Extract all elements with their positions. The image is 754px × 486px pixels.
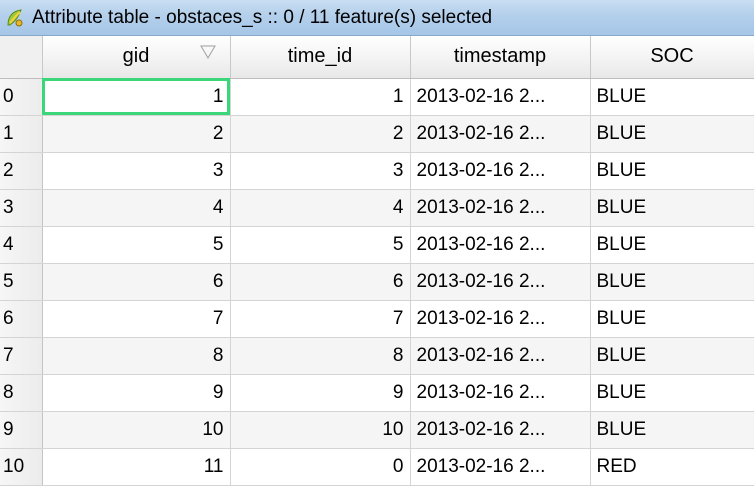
- cell-time-id[interactable]: 1: [230, 78, 411, 116]
- table-row[interactable]: 8 9 9 2013-02-16 2... BLUE: [0, 374, 754, 412]
- column-header-label: time_id: [287, 45, 353, 68]
- row-header[interactable]: 10: [0, 448, 43, 486]
- cell-soc[interactable]: BLUE: [590, 189, 754, 227]
- cell-gid[interactable]: 7: [42, 300, 231, 338]
- cell-timestamp[interactable]: 2013-02-16 2...: [410, 78, 591, 116]
- cell-timestamp[interactable]: 2013-02-16 2...: [410, 189, 591, 227]
- cell-soc[interactable]: BLUE: [590, 78, 754, 116]
- cell-soc[interactable]: BLUE: [590, 226, 754, 264]
- cell-soc[interactable]: BLUE: [590, 337, 754, 375]
- table-row[interactable]: 10 11 0 2013-02-16 2... RED: [0, 448, 754, 486]
- attribute-table: gid time_id timestamp SOC 0 1 1 2013-02-…: [0, 36, 754, 486]
- attribute-table-window: Attribute table - obstaces_s :: 0 / 11 f…: [0, 0, 754, 486]
- column-header-label: SOC: [650, 45, 694, 68]
- row-header[interactable]: 3: [0, 189, 43, 227]
- cell-timestamp[interactable]: 2013-02-16 2...: [410, 411, 591, 449]
- cell-soc[interactable]: BLUE: [590, 300, 754, 338]
- sort-indicator-icon: [199, 45, 216, 59]
- cell-gid[interactable]: 2: [42, 115, 231, 153]
- cell-gid[interactable]: 11: [42, 448, 231, 486]
- table-row[interactable]: 6 7 7 2013-02-16 2... BLUE: [0, 300, 754, 338]
- cell-soc[interactable]: BLUE: [590, 263, 754, 301]
- cell-timestamp[interactable]: 2013-02-16 2...: [410, 448, 591, 486]
- title-bar[interactable]: Attribute table - obstaces_s :: 0 / 11 f…: [0, 0, 754, 36]
- cell-gid[interactable]: 9: [42, 374, 231, 412]
- cell-time-id[interactable]: 2: [230, 115, 411, 153]
- row-header[interactable]: 4: [0, 226, 43, 264]
- cell-gid[interactable]: 5: [42, 226, 231, 264]
- cell-timestamp[interactable]: 2013-02-16 2...: [410, 115, 591, 153]
- window-title: Attribute table - obstaces_s :: 0 / 11 f…: [32, 7, 493, 28]
- cell-time-id[interactable]: 7: [230, 300, 411, 338]
- cell-soc[interactable]: RED: [590, 448, 754, 486]
- cell-gid[interactable]: 4: [42, 189, 231, 227]
- cell-timestamp[interactable]: 2013-02-16 2...: [410, 152, 591, 190]
- row-header[interactable]: 9: [0, 411, 43, 449]
- column-header-timestamp[interactable]: timestamp: [410, 36, 591, 79]
- header-row: gid time_id timestamp SOC: [0, 36, 754, 79]
- cell-soc[interactable]: BLUE: [590, 115, 754, 153]
- cell-soc[interactable]: BLUE: [590, 411, 754, 449]
- row-header[interactable]: 8: [0, 374, 43, 412]
- cell-soc[interactable]: BLUE: [590, 374, 754, 412]
- table-row[interactable]: 0 1 1 2013-02-16 2... BLUE: [0, 78, 754, 116]
- row-header[interactable]: 6: [0, 300, 43, 338]
- cell-time-id[interactable]: 4: [230, 189, 411, 227]
- row-header[interactable]: 7: [0, 337, 43, 375]
- cell-soc[interactable]: BLUE: [590, 152, 754, 190]
- cell-timestamp[interactable]: 2013-02-16 2...: [410, 226, 591, 264]
- cell-time-id[interactable]: 10: [230, 411, 411, 449]
- cell-timestamp[interactable]: 2013-02-16 2...: [410, 337, 591, 375]
- table-row[interactable]: 3 4 4 2013-02-16 2... BLUE: [0, 189, 754, 227]
- cell-gid[interactable]: 3: [42, 152, 231, 190]
- table-row[interactable]: 5 6 6 2013-02-16 2... BLUE: [0, 263, 754, 301]
- cell-time-id[interactable]: 8: [230, 337, 411, 375]
- column-header-soc[interactable]: SOC: [590, 36, 754, 79]
- table-row[interactable]: 9 10 10 2013-02-16 2... BLUE: [0, 411, 754, 449]
- row-header[interactable]: 2: [0, 152, 43, 190]
- cell-gid[interactable]: 10: [42, 411, 231, 449]
- column-header-label: timestamp: [453, 45, 547, 68]
- cell-timestamp[interactable]: 2013-02-16 2...: [410, 300, 591, 338]
- cell-time-id[interactable]: 6: [230, 263, 411, 301]
- cell-time-id[interactable]: 3: [230, 152, 411, 190]
- table-row[interactable]: 2 3 3 2013-02-16 2... BLUE: [0, 152, 754, 190]
- cell-time-id[interactable]: 0: [230, 448, 411, 486]
- cell-gid[interactable]: 6: [42, 263, 231, 301]
- cell-gid[interactable]: 1: [42, 78, 231, 116]
- cell-timestamp[interactable]: 2013-02-16 2...: [410, 263, 591, 301]
- corner-header[interactable]: [0, 36, 43, 79]
- row-header[interactable]: 0: [0, 78, 43, 116]
- table-row[interactable]: 1 2 2 2013-02-16 2... BLUE: [0, 115, 754, 153]
- table-row[interactable]: 7 8 8 2013-02-16 2... BLUE: [0, 337, 754, 375]
- table-row[interactable]: 4 5 5 2013-02-16 2... BLUE: [0, 226, 754, 264]
- attribute-table-grid[interactable]: gid time_id timestamp SOC 0 1 1 2013-02-…: [0, 36, 754, 486]
- column-header-gid[interactable]: gid: [42, 36, 231, 79]
- row-header[interactable]: 1: [0, 115, 43, 153]
- qgis-icon: [7, 9, 23, 27]
- cell-time-id[interactable]: 9: [230, 374, 411, 412]
- column-header-time-id[interactable]: time_id: [230, 36, 411, 79]
- cell-time-id[interactable]: 5: [230, 226, 411, 264]
- row-header[interactable]: 5: [0, 263, 43, 301]
- cell-gid[interactable]: 8: [42, 337, 231, 375]
- cell-timestamp[interactable]: 2013-02-16 2...: [410, 374, 591, 412]
- column-header-label: gid: [122, 45, 150, 68]
